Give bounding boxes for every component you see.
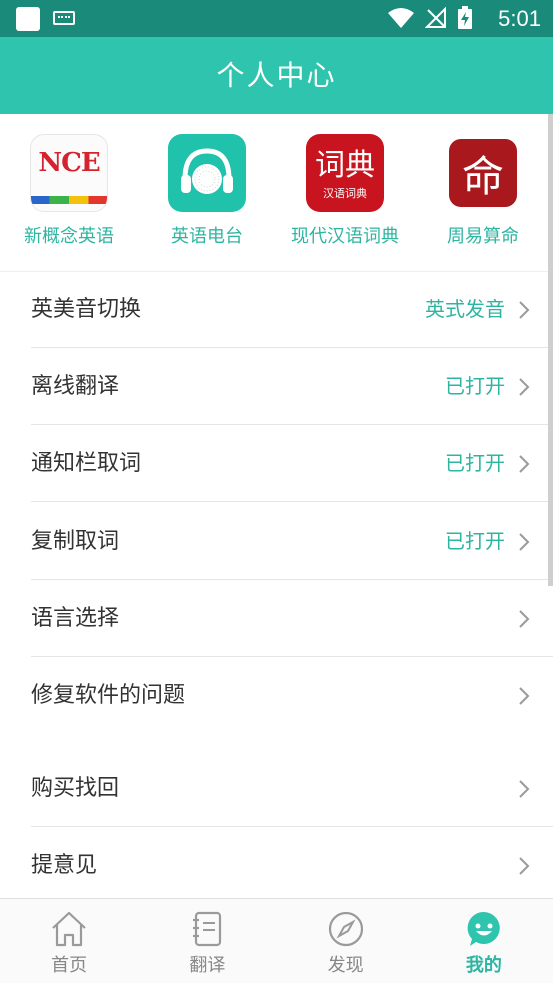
wifi-icon xyxy=(388,8,414,28)
tab-home[interactable]: 首页 xyxy=(0,899,138,983)
chevron-right-icon xyxy=(519,780,530,798)
chevron-right-icon xyxy=(519,378,530,396)
app-label: 现代汉语词典 xyxy=(291,226,399,247)
setting-value: 已打开 xyxy=(445,451,505,475)
app-label: 英语电台 xyxy=(171,226,243,247)
setting-value: 已打开 xyxy=(445,374,505,398)
tab-discover[interactable]: 发现 xyxy=(277,899,415,983)
battery-charging-icon xyxy=(458,6,472,29)
app-shortcuts: NCE 新概念英语 英语电台 词典 汉语词典 现代汉语词典 命 周易算命 xyxy=(0,114,553,271)
smiley-chat-icon xyxy=(467,911,500,946)
tab-translate[interactable]: 翻译 xyxy=(138,899,276,983)
keyboard-icon xyxy=(53,11,75,25)
tab-mine[interactable]: 我的 xyxy=(415,899,553,983)
fortune-app-icon[interactable]: 命 xyxy=(449,139,517,207)
radio-headphones-icon[interactable] xyxy=(168,134,246,212)
notebook-icon xyxy=(193,911,222,947)
setting-language[interactable]: 语言选择 xyxy=(0,580,553,657)
app-fortune[interactable]: 命 周易算命 xyxy=(414,114,552,271)
app-radio[interactable]: 英语电台 xyxy=(138,114,276,271)
no-signal-icon xyxy=(425,7,446,28)
dictionary-app-icon[interactable]: 词典 汉语词典 xyxy=(306,134,384,212)
setting-copy-lookup[interactable]: 复制取词 已打开 xyxy=(0,503,553,580)
app-label: 周易算命 xyxy=(447,226,519,247)
app-dictionary[interactable]: 词典 汉语词典 现代汉语词典 xyxy=(276,114,414,271)
setting-restore-purchase[interactable]: 购买找回 xyxy=(0,750,553,827)
chevron-right-icon xyxy=(519,455,530,473)
bottom-tab-bar: 首页 翻译 发现 我的 xyxy=(0,898,553,983)
compass-icon xyxy=(328,911,363,947)
notification-app-icon xyxy=(16,7,40,31)
clock: 5:01 xyxy=(498,6,541,31)
nce-app-icon[interactable]: NCE xyxy=(30,134,108,212)
chevron-right-icon xyxy=(519,687,530,705)
app-label: 新概念英语 xyxy=(24,226,114,247)
chevron-right-icon xyxy=(519,857,530,875)
chevron-right-icon xyxy=(519,301,530,319)
setting-repair[interactable]: 修复软件的问题 xyxy=(0,657,553,734)
status-bar: 5:01 xyxy=(0,0,553,37)
setting-feedback[interactable]: 提意见 xyxy=(0,827,553,904)
setting-value: 英式发音 xyxy=(425,297,505,321)
home-icon xyxy=(52,911,86,947)
setting-notification-lookup[interactable]: 通知栏取词 已打开 xyxy=(0,425,553,502)
chevron-right-icon xyxy=(519,533,530,551)
scrollbar[interactable] xyxy=(548,114,553,586)
page-title: 个人中心 xyxy=(0,37,553,114)
status-icons xyxy=(387,6,473,30)
setting-pronunciation[interactable]: 英美音切换 英式发音 xyxy=(0,271,553,348)
setting-offline-translation[interactable]: 离线翻译 已打开 xyxy=(0,348,553,425)
app-nce[interactable]: NCE 新概念英语 xyxy=(0,114,138,271)
setting-value: 已打开 xyxy=(445,529,505,553)
chevron-right-icon xyxy=(519,610,530,628)
